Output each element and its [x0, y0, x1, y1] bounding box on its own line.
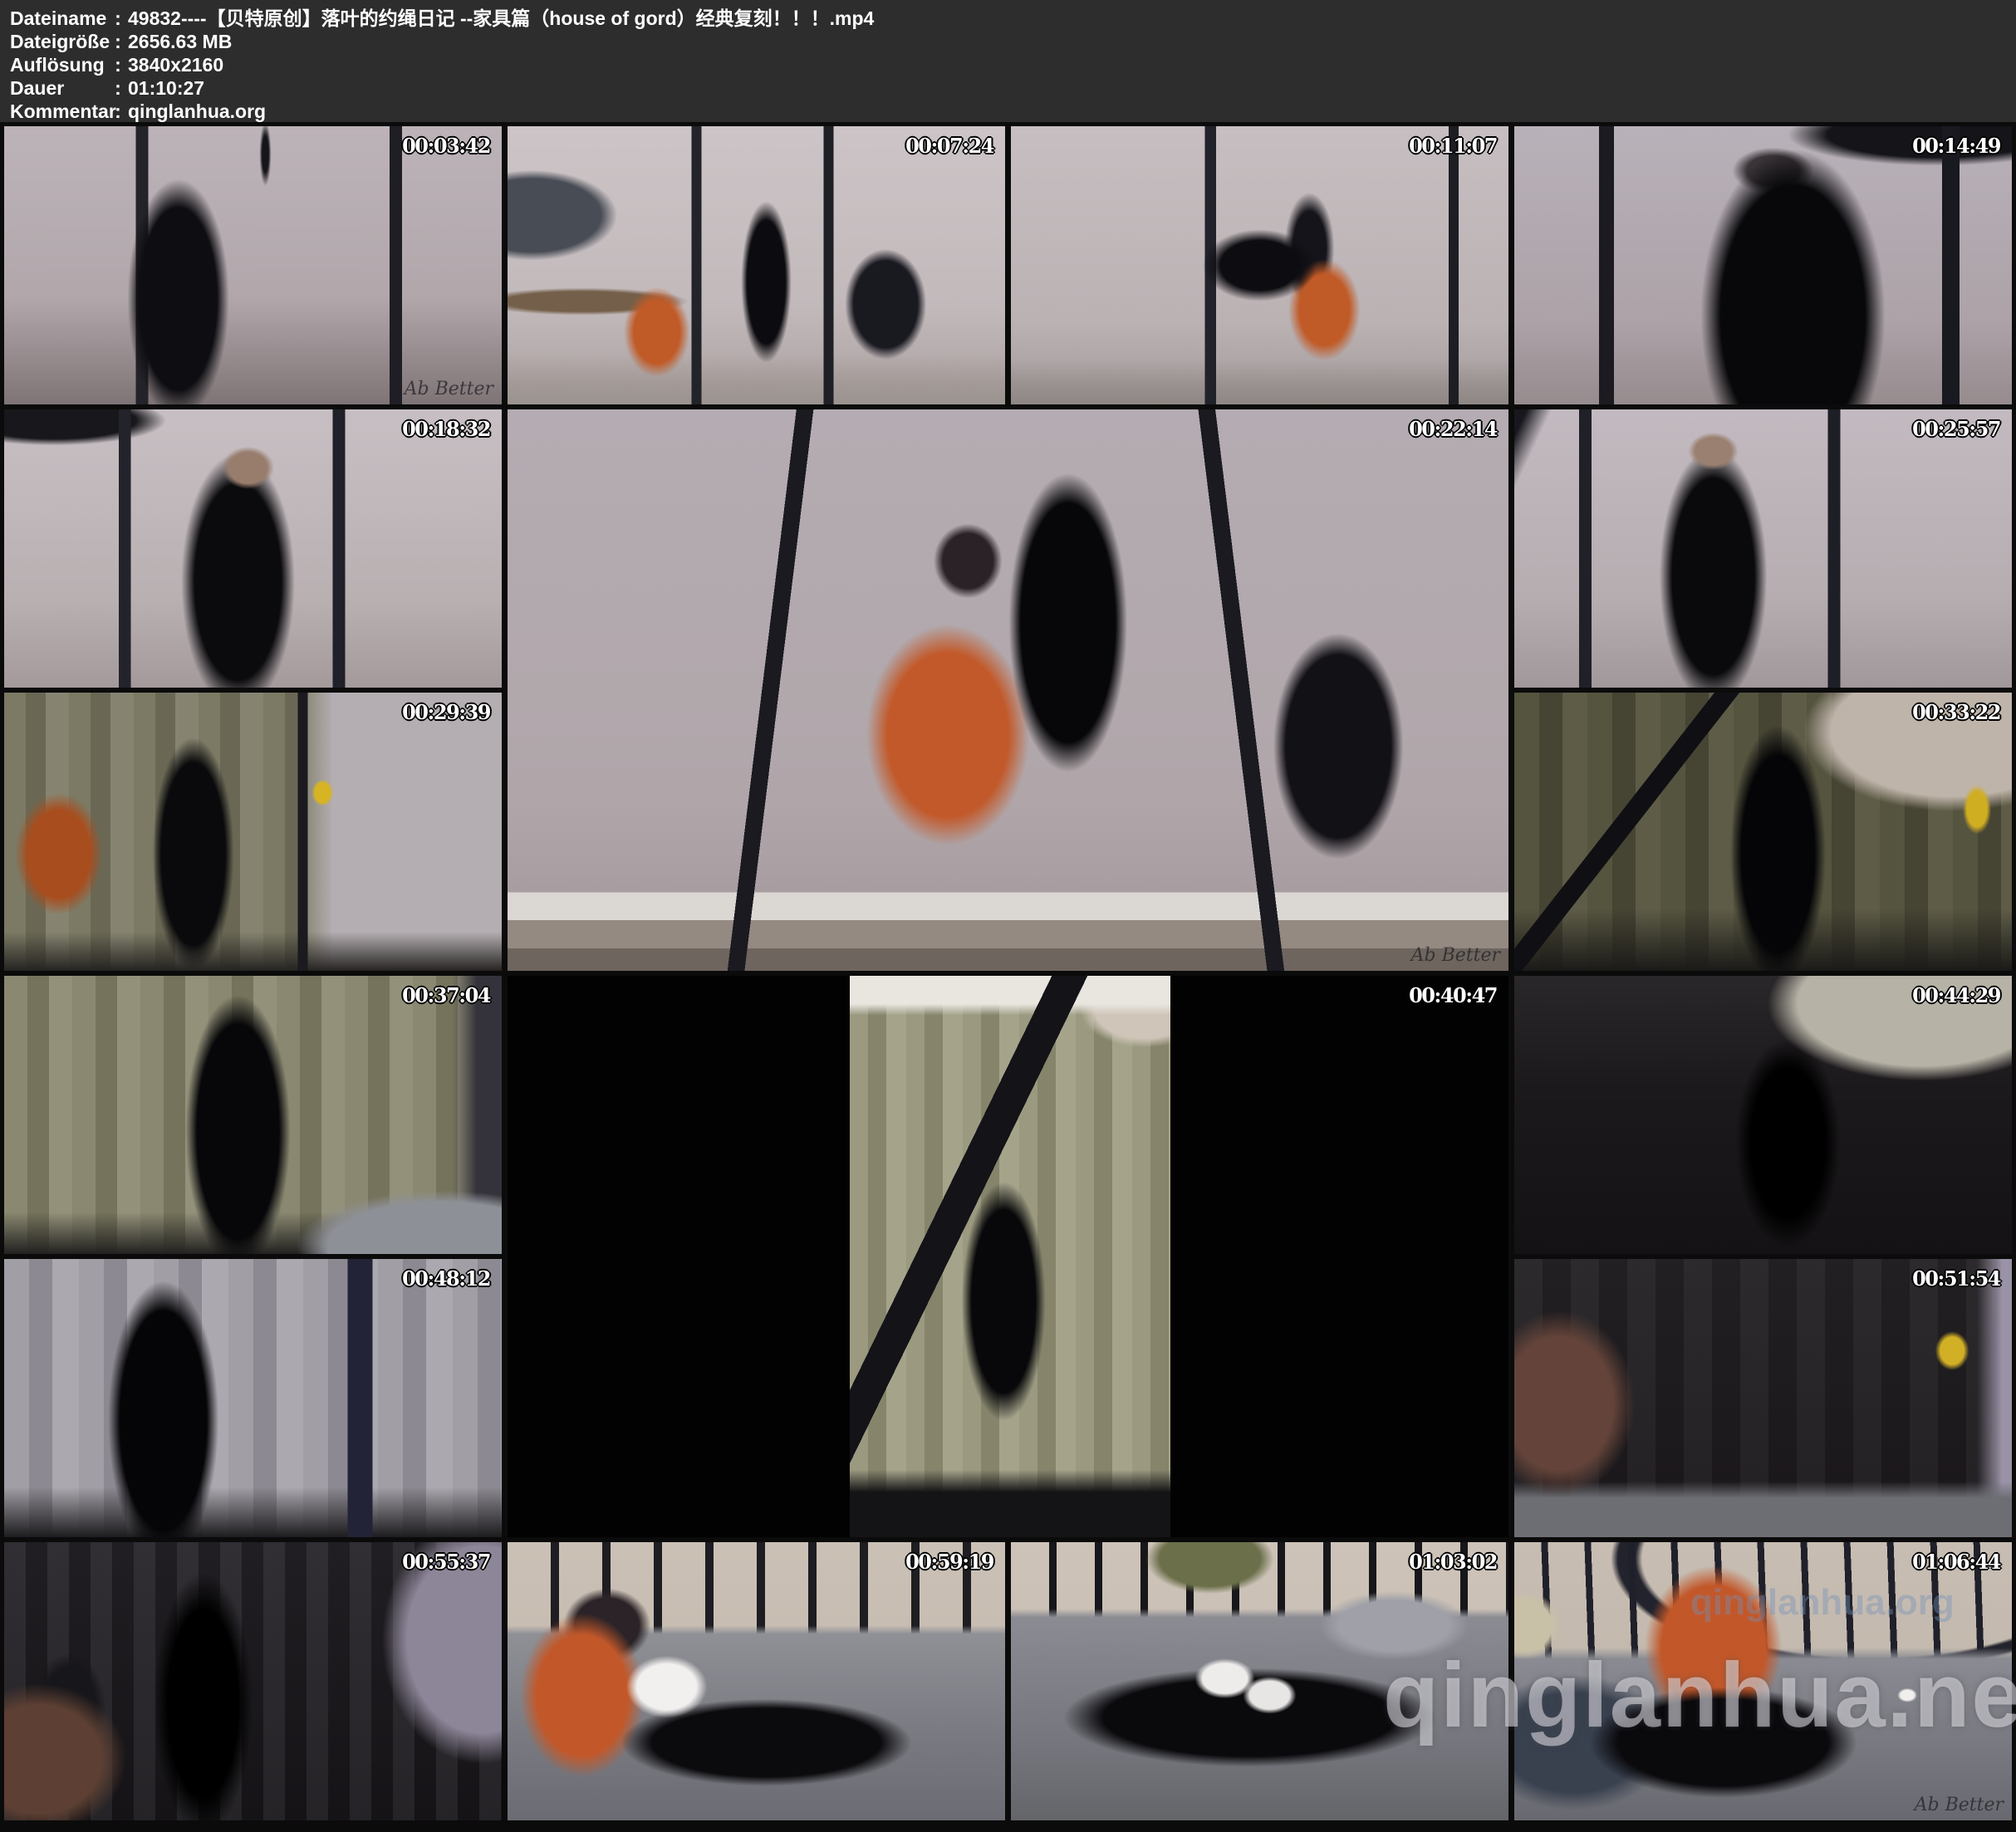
- meta-label: Auflösung: [10, 53, 108, 76]
- timestamp-overlay: 00:37:04: [402, 983, 490, 1007]
- video-thumbnail: 01:03:02: [1011, 1542, 1508, 1820]
- file-info-header: Dateiname:49832----【贝特原创】落叶的约绳日记 --家具篇（h…: [0, 0, 2016, 122]
- timestamp-overlay: 00:44:29: [1912, 983, 2000, 1007]
- video-thumbnail: 00:11:07: [1011, 126, 1508, 404]
- timestamp-overlay: 01:03:02: [1409, 1550, 1497, 1574]
- meta-label: Dauer: [10, 76, 108, 100]
- meta-label: Dateiname: [10, 7, 108, 30]
- meta-row-duration: Dauer:01:10:27: [10, 76, 2016, 100]
- duration-value: 01:10:27: [128, 77, 204, 99]
- video-thumbnail: 00:55:37: [4, 1542, 502, 1820]
- video-thumbnail: 00:37:04: [4, 976, 502, 1254]
- meta-row-resolution: Auflösung:3840x2160: [10, 53, 2016, 76]
- meta-row-filename: Dateiname:49832----【贝特原创】落叶的约绳日记 --家具篇（h…: [10, 7, 2016, 30]
- meta-separator: :: [108, 30, 128, 53]
- meta-separator: :: [108, 76, 128, 100]
- timestamp-overlay: 00:59:19: [905, 1550, 993, 1574]
- timestamp-overlay: 00:11:07: [1409, 134, 1497, 158]
- filename-value: 49832----【贝特原创】落叶的约绳日记 --家具篇（house of go…: [128, 7, 874, 29]
- video-thumbnail: 00:51:54: [1514, 1259, 2012, 1537]
- timestamp-overlay: 00:48:12: [402, 1266, 490, 1291]
- thumbnail-grid: 00:03:42 Ab Better 00:07:24 00:11:07 00:…: [4, 126, 2012, 1820]
- portrait-frame: [850, 976, 1170, 1537]
- meta-row-filesize: Dateigröße:2656.63 MB: [10, 30, 2016, 53]
- meta-label: Kommentar: [10, 100, 108, 123]
- meta-separator: :: [108, 7, 128, 30]
- meta-row-comment: Kommentar:qinglanhua.org: [10, 100, 2016, 123]
- timestamp-overlay: 01:06:44: [1912, 1550, 2000, 1574]
- studio-watermark: Ab Better: [1411, 945, 1500, 966]
- video-thumbnail: 01:06:44 Ab Better: [1514, 1542, 2012, 1820]
- studio-watermark: Ab Better: [1915, 1795, 2004, 1815]
- timestamp-overlay: 00:03:42: [402, 134, 490, 158]
- video-thumbnail: 00:33:22: [1514, 693, 2012, 971]
- video-thumbnail: 00:48:12: [4, 1259, 502, 1537]
- video-thumbnail: 00:25:57: [1514, 409, 2012, 688]
- filesize-value: 2656.63 MB: [128, 31, 232, 52]
- meta-separator: :: [108, 100, 128, 123]
- timestamp-overlay: 00:51:54: [1912, 1266, 2000, 1291]
- timestamp-overlay: 00:25:57: [1912, 417, 2000, 441]
- video-thumbnail-large: 00:22:14 Ab Better: [508, 409, 1508, 971]
- video-thumbnail: 00:03:42 Ab Better: [4, 126, 502, 404]
- video-thumbnail: 00:59:19: [508, 1542, 1005, 1820]
- timestamp-overlay: 00:07:24: [905, 134, 993, 158]
- video-thumbnail: 00:44:29: [1514, 976, 2012, 1254]
- video-thumbnail: 00:18:32: [4, 409, 502, 688]
- timestamp-overlay: 00:33:22: [1912, 700, 2000, 724]
- timestamp-overlay: 00:55:37: [402, 1550, 490, 1574]
- meta-separator: :: [108, 53, 128, 76]
- video-thumbnail-letterboxed: 00:40:47: [508, 976, 1508, 1537]
- timestamp-overlay: 00:29:39: [402, 700, 490, 724]
- timestamp-overlay: 00:22:14: [1409, 417, 1497, 441]
- studio-watermark: Ab Better: [405, 379, 493, 399]
- comment-value: qinglanhua.org: [128, 100, 266, 122]
- video-thumbnail: 00:14:49: [1514, 126, 2012, 404]
- video-thumbnail: 00:29:39: [4, 693, 502, 971]
- contact-sheet: { "header": { "background": "#2d2d2d", "…: [0, 0, 2016, 1832]
- resolution-value: 3840x2160: [128, 54, 223, 76]
- video-thumbnail: 00:07:24: [508, 126, 1005, 404]
- timestamp-overlay: 00:40:47: [1409, 983, 1497, 1007]
- timestamp-overlay: 00:14:49: [1912, 134, 2000, 158]
- meta-label: Dateigröße: [10, 30, 108, 53]
- timestamp-overlay: 00:18:32: [402, 417, 490, 441]
